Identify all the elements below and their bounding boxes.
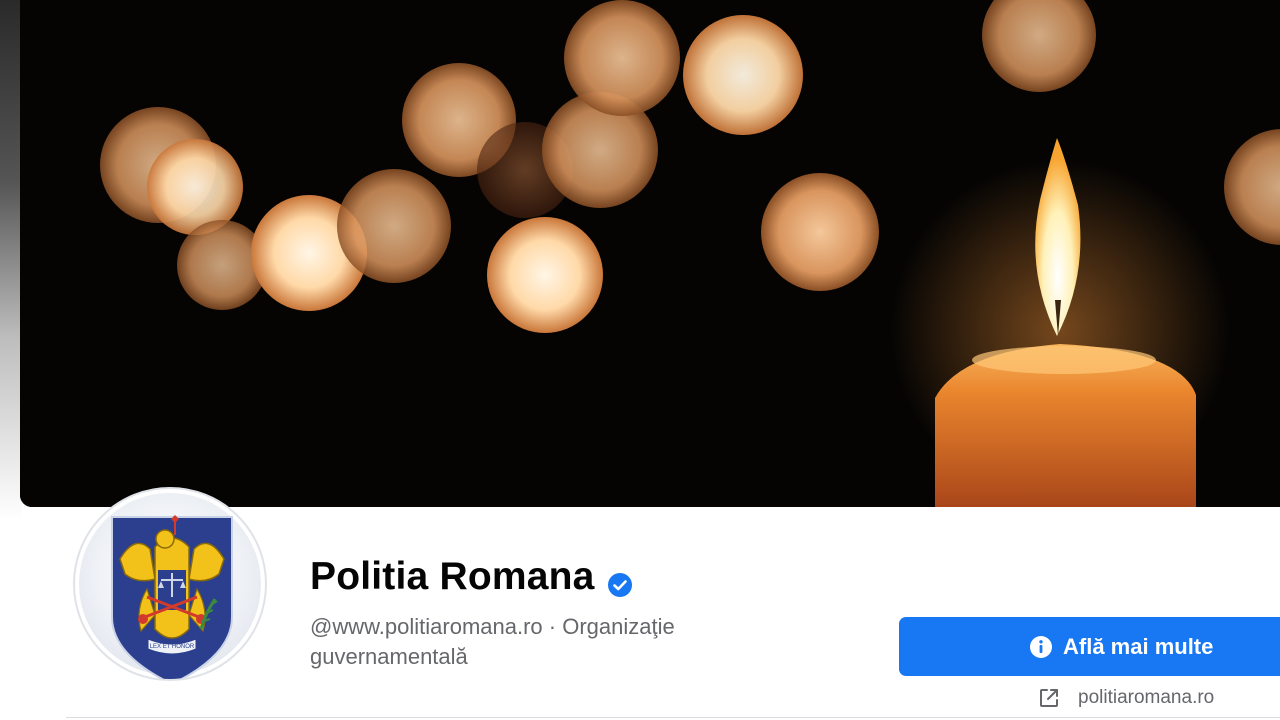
website-link[interactable]: politiaromana.ro [1038, 684, 1214, 712]
learn-more-button[interactable]: Află mai multe [899, 617, 1280, 676]
info-icon [1030, 635, 1052, 658]
section-divider [66, 717, 1280, 718]
page-name-text: Politia Romana [310, 555, 595, 598]
cover-candle-image [20, 0, 1280, 507]
page-username: @www.politiaromana.ro [310, 614, 543, 639]
profile-avatar[interactable]: LEX ET HONOR [73, 487, 267, 681]
avatar-motto: LEX ET HONOR [150, 644, 195, 650]
page-meta: @www.politiaromana.ro · Organizaţie guve… [310, 612, 790, 672]
left-edge-shade [0, 0, 22, 520]
external-link-icon [1040, 689, 1058, 707]
verified-badge-icon[interactable] [607, 564, 633, 597]
meta-separator: · [542, 614, 563, 639]
learn-more-label: Află mai multe [1063, 633, 1214, 659]
page-title: Politia Romana [310, 555, 633, 599]
website-link-text: politiaromana.ro [1078, 687, 1215, 708]
police-emblem-icon: LEX ET HONOR [111, 515, 233, 679]
cover-photo[interactable] [20, 0, 1280, 507]
